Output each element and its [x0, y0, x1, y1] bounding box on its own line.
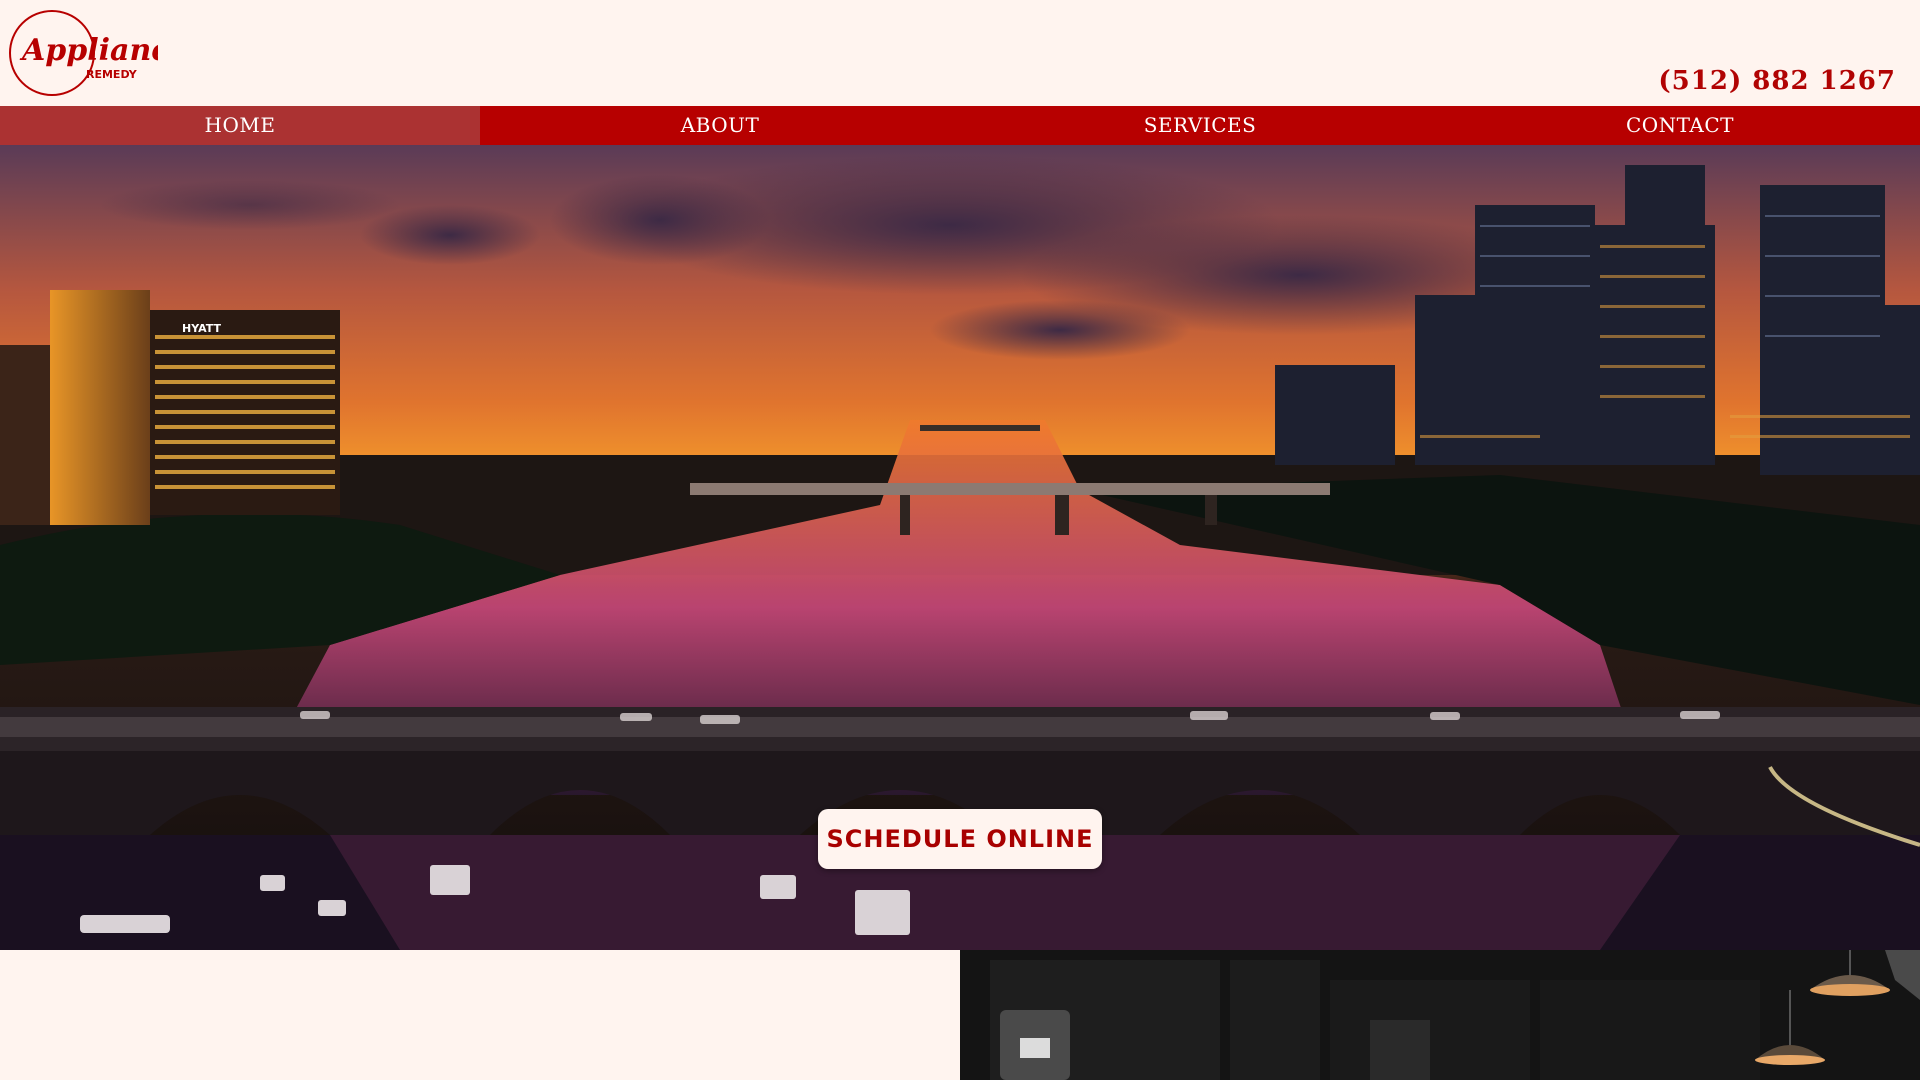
- nav-item-contact[interactable]: CONTACT: [1440, 106, 1920, 145]
- schedule-online-button[interactable]: SCHEDULE ONLINE: [818, 809, 1102, 869]
- phone-link[interactable]: (512) 882 1267: [1658, 66, 1896, 96]
- site-header: Appliance REMEDY (512) 882 1267: [0, 0, 1920, 106]
- logo-text-bottom: REMEDY: [86, 68, 138, 81]
- hotel-sign: HYATT: [182, 322, 222, 335]
- main-nav: HOME ABOUT SERVICES CONTACT: [0, 106, 1920, 145]
- nav-item-services[interactable]: SERVICES: [960, 106, 1440, 145]
- hero-banner: HYATT SCHEDULE ONLINE: [0, 145, 1920, 950]
- nav-item-about[interactable]: ABOUT: [480, 106, 960, 145]
- logo[interactable]: Appliance REMEDY: [8, 8, 189, 98]
- logo-text-top: Appliance: [19, 33, 158, 68]
- lower-content-panel: [0, 950, 960, 1080]
- kitchen-image: [960, 950, 1920, 1080]
- nav-item-home[interactable]: HOME: [0, 106, 480, 145]
